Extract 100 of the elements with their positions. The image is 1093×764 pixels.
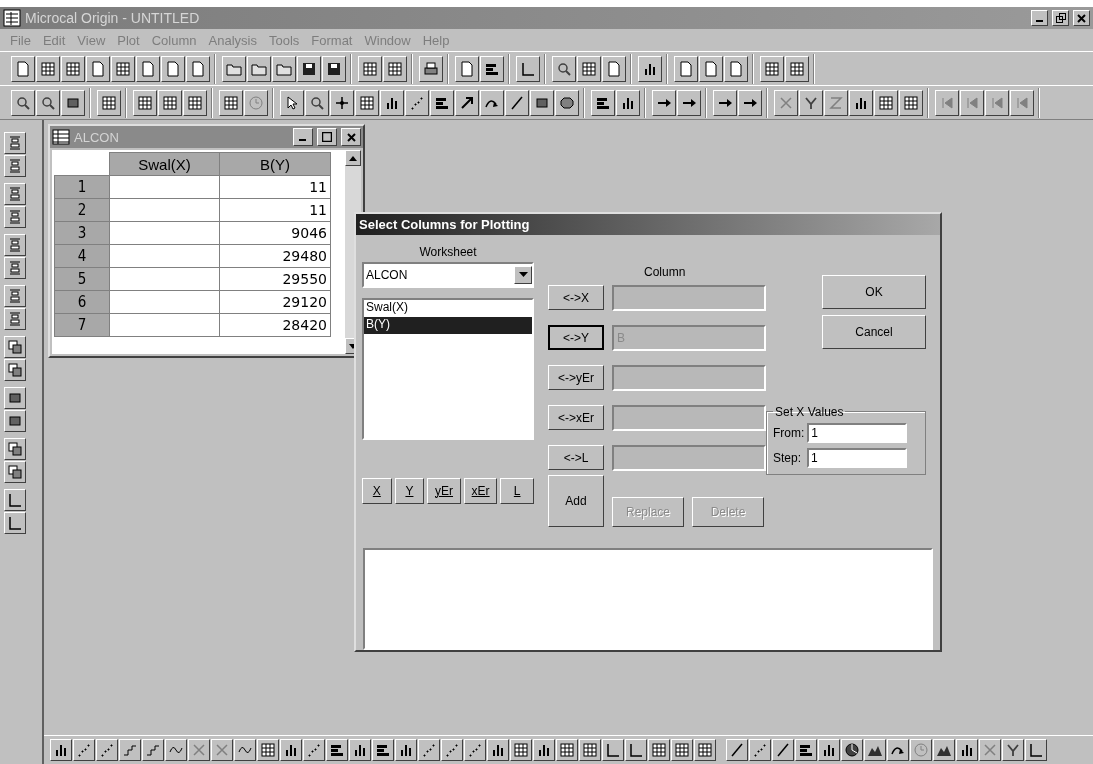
toolbar-button[interactable]: [874, 89, 898, 116]
toolbar-button[interactable]: [219, 89, 243, 116]
toolbar-button[interactable]: [97, 89, 121, 116]
toolbar-button[interactable]: [1002, 739, 1024, 761]
toolbar-button[interactable]: [887, 739, 909, 761]
row-header[interactable]: 4: [54, 244, 110, 268]
toolbar-button[interactable]: [119, 739, 141, 761]
toolbar-button[interactable]: [552, 55, 576, 82]
toolbar-button[interactable]: [648, 739, 670, 761]
toolbar-button[interactable]: [11, 89, 35, 116]
toolbar-button[interactable]: [749, 739, 771, 761]
toolbar-button[interactable]: [985, 89, 1009, 116]
toolbar-button[interactable]: [349, 739, 371, 761]
toolbar-button[interactable]: [211, 739, 233, 761]
toolbar-button[interactable]: [303, 739, 325, 761]
minimize-button[interactable]: [293, 128, 313, 146]
toolbar-button[interactable]: [158, 89, 182, 116]
restore-button[interactable]: [1052, 10, 1069, 26]
toolbar-button[interactable]: [272, 55, 296, 82]
toolbar-button[interactable]: [36, 89, 60, 116]
toolbar-button[interactable]: [136, 55, 160, 82]
toolbar-button[interactable]: [556, 739, 578, 761]
toolbar-button[interactable]: [280, 89, 304, 116]
toolbar-button[interactable]: [638, 55, 662, 82]
assign-button[interactable]: <->yEr: [548, 365, 604, 391]
toolbar-button[interactable]: [36, 55, 60, 82]
toolbar-button[interactable]: [4, 461, 26, 483]
toolbar-button[interactable]: [247, 55, 271, 82]
toolbar-button[interactable]: [760, 55, 784, 82]
toolbar-button[interactable]: [4, 206, 26, 228]
toolbar-button[interactable]: [186, 55, 210, 82]
toolbar-button[interactable]: [234, 739, 256, 761]
toolbar-button[interactable]: [133, 89, 157, 116]
type-button[interactable]: yEr: [427, 477, 461, 504]
toolbar-button[interactable]: [4, 132, 26, 154]
toolbar-button[interactable]: [4, 387, 26, 409]
toolbar-button[interactable]: [956, 739, 978, 761]
toolbar-button[interactable]: [4, 512, 26, 534]
scroll-up-button[interactable]: [345, 150, 361, 166]
toolbar-button[interactable]: [86, 55, 110, 82]
column-list[interactable]: Swal(X) B(Y): [362, 297, 534, 440]
assign-button[interactable]: <->xEr: [548, 405, 604, 431]
toolbar-button[interactable]: [50, 739, 72, 761]
toolbar-button[interactable]: [4, 308, 26, 330]
toolbar-button[interactable]: [4, 155, 26, 177]
toolbar-button[interactable]: [455, 55, 479, 82]
toolbar-button[interactable]: [419, 55, 443, 82]
type-button[interactable]: xEr: [463, 477, 498, 504]
toolbar-button[interactable]: [510, 739, 532, 761]
type-button[interactable]: X: [362, 477, 392, 504]
add-button[interactable]: Add: [548, 474, 604, 527]
toolbar-button[interactable]: [165, 739, 187, 761]
close-button[interactable]: [341, 128, 361, 146]
column-field[interactable]: [612, 284, 766, 311]
toolbar-button[interactable]: [774, 89, 798, 116]
column-header[interactable]: Swal(X): [109, 152, 220, 176]
toolbar-button[interactable]: [111, 55, 135, 82]
toolbar-button[interactable]: [4, 438, 26, 460]
toolbar-button[interactable]: [674, 55, 698, 82]
toolbar-button[interactable]: [533, 739, 555, 761]
toolbar-button[interactable]: [142, 739, 164, 761]
type-button[interactable]: Y: [394, 477, 425, 504]
toolbar-button[interactable]: [244, 89, 268, 116]
toolbar-button[interactable]: [933, 739, 955, 761]
toolbar-button[interactable]: [726, 739, 748, 761]
toolbar-button[interactable]: [579, 739, 601, 761]
row-header[interactable]: 3: [54, 221, 110, 245]
toolbar-button[interactable]: [355, 89, 379, 116]
row-header[interactable]: 5: [54, 267, 110, 291]
toolbar-button[interactable]: [979, 739, 1001, 761]
toolbar-button[interactable]: [935, 89, 959, 116]
column-field[interactable]: [612, 444, 766, 471]
toolbar-button[interactable]: [505, 89, 529, 116]
close-button[interactable]: [1073, 10, 1090, 26]
toolbar-button[interactable]: [625, 739, 647, 761]
toolbar-button[interactable]: [383, 55, 407, 82]
toolbar-button[interactable]: [602, 739, 624, 761]
toolbar-button[interactable]: [785, 55, 809, 82]
list-item[interactable]: B(Y): [364, 316, 532, 334]
toolbar-button[interactable]: [372, 739, 394, 761]
worksheet-dropdown[interactable]: ALCON: [362, 261, 534, 288]
list-item[interactable]: Swal(X): [364, 299, 532, 317]
toolbar-button[interactable]: [305, 89, 329, 116]
toolbar-button[interactable]: [671, 739, 693, 761]
toolbar-button[interactable]: [4, 410, 26, 432]
toolbar-button[interactable]: [183, 89, 207, 116]
row-header[interactable]: 6: [54, 290, 110, 314]
toolbar-button[interactable]: [61, 55, 85, 82]
toolbar-button[interactable]: [326, 739, 348, 761]
step-field[interactable]: 1: [807, 447, 908, 468]
minimize-button[interactable]: [1031, 10, 1048, 26]
type-button[interactable]: L: [500, 477, 534, 504]
toolbar-button[interactable]: [602, 55, 626, 82]
toolbar-button[interactable]: [480, 55, 504, 82]
toolbar-button[interactable]: [4, 359, 26, 381]
toolbar-button[interactable]: [818, 739, 840, 761]
assign-button[interactable]: <->Y: [548, 325, 604, 351]
toolbar-button[interactable]: [464, 739, 486, 761]
toolbar-button[interactable]: [430, 89, 454, 116]
toolbar-button[interactable]: [322, 55, 346, 82]
